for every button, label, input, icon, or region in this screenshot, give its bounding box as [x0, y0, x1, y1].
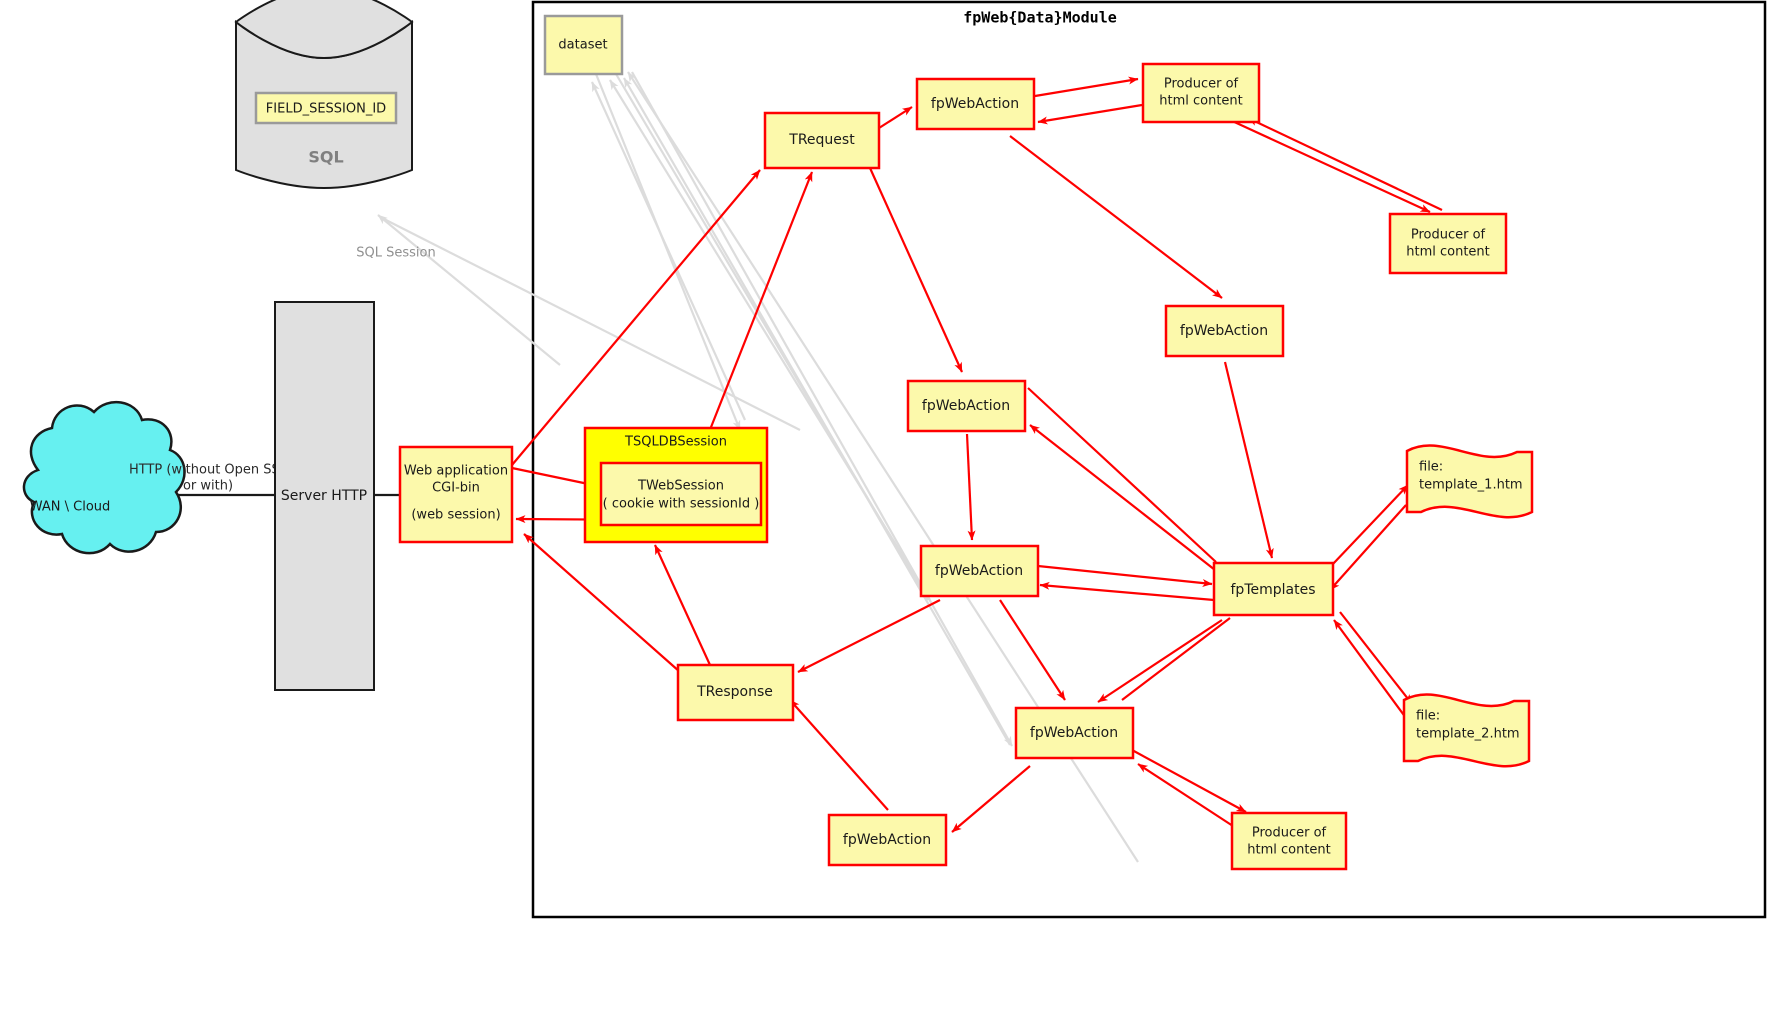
edge-templates-to-action4	[1097, 619, 1223, 703]
fpwebaction-2-label: fpWebAction	[922, 398, 1010, 414]
edge-session-to-trequest	[698, 171, 814, 456]
session-node-group: TSQLDBSession TWebSession ( cookie with …	[583, 426, 769, 544]
edge-action3-to-templates	[1037, 564, 1213, 588]
producer-3-box	[1230, 811, 1348, 871]
edge-action4-to-producer3	[1131, 749, 1247, 813]
diagram-canvas: fpWeb{Data}Module FIELD_SESSION_ID SQL W…	[22, 0, 1767, 919]
edge-action1-to-action5	[1009, 135, 1223, 299]
file-template-1-node: file: template_1.htm	[1405, 444, 1534, 519]
producer-3-label-line2: html content	[1247, 843, 1331, 858]
file-template-2-label-line2: template_2.htm	[1416, 727, 1520, 742]
sql-label: SQL	[308, 148, 343, 167]
edge-tresponse-to-webapp	[523, 533, 681, 673]
producer-2-box	[1388, 212, 1508, 275]
tsqldbsession-label: TSQLDBSession	[624, 435, 727, 450]
trequest-label: TRequest	[788, 132, 855, 148]
trequest-node: TRequest	[763, 111, 881, 170]
edge-templates-to-action2	[1029, 424, 1216, 571]
edge-templates-to-file2	[1339, 611, 1413, 705]
edge-producer1-to-action1	[1037, 103, 1143, 125]
fpwebaction-1-label: fpWebAction	[931, 96, 1019, 112]
edge-webapp-to-trequest	[511, 169, 761, 466]
web-application-node: Web application CGI-bin (web session)	[398, 445, 514, 544]
fpwebaction-1-node: fpWebAction	[915, 77, 1036, 131]
edge-action3-to-tresponse	[797, 599, 941, 673]
module-title: fpWeb{Data}Module	[963, 9, 1117, 27]
twebsession-label-line1: TWebSession	[637, 479, 724, 494]
sql-session-edge-label: SQL Session	[356, 246, 435, 261]
fpwebaction-5-label: fpWebAction	[1180, 323, 1268, 339]
producer-1-node: Producer of html content	[1141, 62, 1261, 124]
edge-file1-to-templates	[1329, 504, 1407, 591]
producer-2-node: Producer of html content	[1388, 212, 1508, 275]
producer-3-node: Producer of html content	[1230, 811, 1348, 871]
fptemplates-label: fpTemplates	[1231, 582, 1316, 598]
producer-1-label-line1: Producer of	[1164, 77, 1239, 92]
edge-action4-to-action6	[951, 765, 1031, 833]
edge-action5-to-templates	[1223, 361, 1274, 559]
producer-3-label-line1: Producer of	[1252, 826, 1327, 841]
sql-database: FIELD_SESSION_ID SQL	[234, 0, 414, 190]
producer-1-label-line2: html content	[1159, 94, 1243, 109]
edge-dataset-to-session	[594, 73, 742, 431]
fpwebaction-6-node: fpWebAction	[827, 813, 948, 867]
edge-action1-to-producer1	[1034, 76, 1139, 98]
producer-2-label-line1: Producer of	[1411, 228, 1486, 243]
fpwebaction-6-label: fpWebAction	[843, 832, 931, 848]
fpwebaction-2-node: fpWebAction	[906, 379, 1027, 433]
dataset-node: dataset	[543, 14, 624, 76]
wan-cloud: WAN \ Cloud	[22, 400, 186, 555]
fpwebaction-3-label: fpWebAction	[935, 563, 1023, 579]
edge-producer3-to-action4	[1137, 763, 1237, 829]
tresponse-label: TResponse	[696, 684, 773, 700]
fpwebaction-3-node: fpWebAction	[919, 544, 1040, 598]
fpwebaction-5-node: fpWebAction	[1164, 304, 1285, 358]
edge-file2-to-templates	[1333, 619, 1407, 719]
http-edge-label-line2: or with)	[183, 479, 233, 494]
architecture-diagram: fpWeb{Data}Module FIELD_SESSION_ID SQL W…	[0, 0, 1768, 1035]
webapp-label-line3: (web session)	[411, 508, 500, 523]
field-session-id-label: FIELD_SESSION_ID	[266, 102, 386, 117]
edge-action2-to-templates	[1027, 387, 1217, 563]
edge-tresponse-to-session	[654, 544, 711, 666]
edge-templates-to-file1	[1331, 484, 1409, 566]
cloud-label: WAN \ Cloud	[30, 500, 111, 515]
file-template-1-label-line2: template_1.htm	[1419, 478, 1523, 493]
server-http-label: Server HTTP	[281, 488, 367, 504]
edge-producer1-to-producer2	[1229, 119, 1431, 213]
webapp-label-line1: Web application	[404, 464, 508, 479]
file-template-1-label-line1: file:	[1419, 460, 1443, 475]
twebsession-box	[599, 461, 763, 527]
edge-action2-to-action3	[965, 433, 976, 541]
webapp-label-line2: CGI-bin	[432, 481, 480, 496]
edge-action4-to-templates	[1121, 617, 1231, 701]
edge-producer2-to-producer1	[1247, 117, 1443, 211]
dataset-label: dataset	[558, 38, 607, 53]
tresponse-node: TResponse	[676, 663, 795, 722]
edge-action6-to-tresponse	[789, 699, 889, 811]
producer-2-label-line2: html content	[1406, 245, 1490, 260]
twebsession-label-line2: ( cookie with sessionId )	[603, 497, 760, 512]
http-edge-label-line1: HTTP (without Open SSL	[129, 463, 288, 478]
fpwebaction-4-label: fpWebAction	[1030, 725, 1118, 741]
server-http-node: Server HTTP	[274, 301, 375, 691]
file-template-2-node: file: template_2.htm	[1402, 693, 1531, 768]
edge-trequest-to-action2	[868, 167, 964, 373]
file-template-2-label-line1: file:	[1416, 709, 1440, 724]
edge-action3-down	[999, 599, 1066, 701]
edge-trequest-to-action1	[878, 106, 913, 129]
fptemplates-node: fpTemplates	[1212, 561, 1335, 617]
fpwebaction-4-node: fpWebAction	[1014, 706, 1135, 760]
edge-sqlsession-to-db-b	[381, 217, 801, 431]
edge-templates-to-action3	[1039, 581, 1215, 602]
